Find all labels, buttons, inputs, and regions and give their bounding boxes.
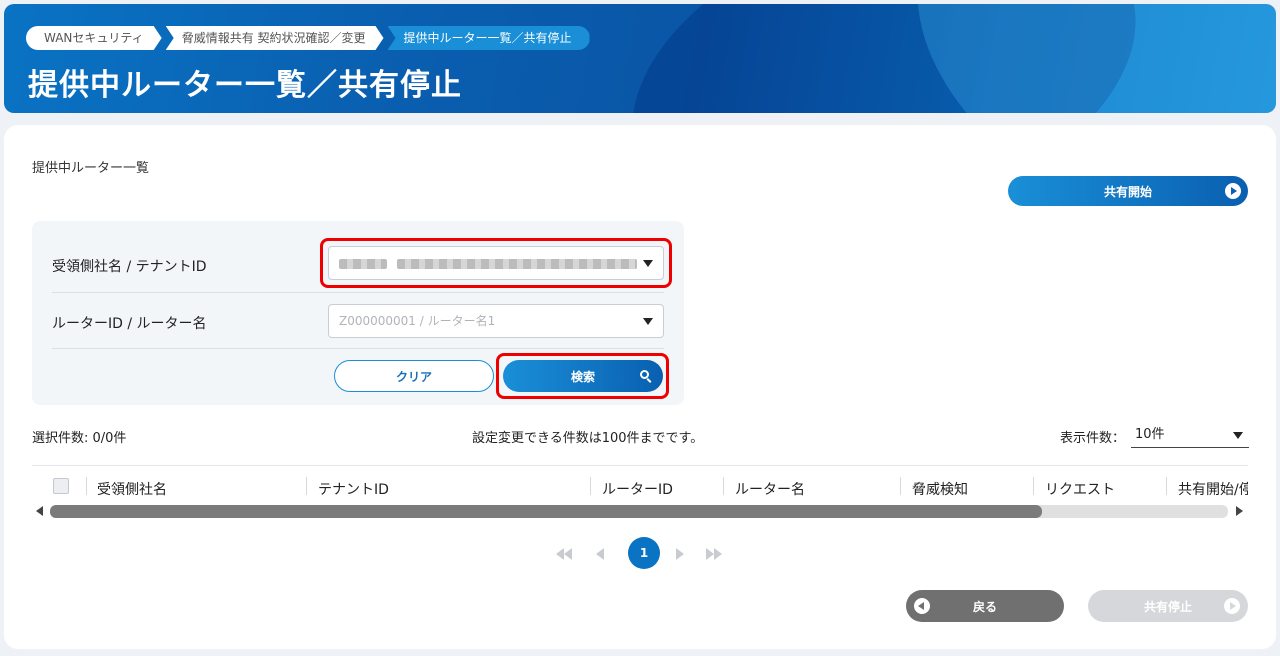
- per-page-value: 10件: [1135, 427, 1165, 442]
- per-page-label: 表示件数：: [1060, 431, 1126, 446]
- column-header-recipient[interactable]: 受領側社名: [97, 479, 167, 499]
- select-all-checkbox[interactable]: [53, 478, 69, 494]
- column-separator: [590, 477, 591, 495]
- chevron-down-icon: [643, 318, 653, 325]
- scroll-right-arrow-icon[interactable]: [1236, 506, 1243, 516]
- breadcrumb: WANセキュリティ 脅威情報共有 契約状況確認／変更 提供中ルーター一覧／共有停…: [26, 26, 594, 50]
- column-header-router-id[interactable]: ルーターID: [602, 479, 673, 499]
- column-header-share-start-stop[interactable]: 共有開始/停: [1178, 479, 1248, 499]
- selected-count: 選択件数: 0/0件: [32, 431, 127, 446]
- scroll-left-arrow-icon[interactable]: [36, 506, 43, 516]
- last-page-icon[interactable]: [706, 545, 722, 560]
- highlight-frame: [320, 238, 672, 288]
- back-arrow-icon: [914, 598, 930, 614]
- router-filter-label: ルーターID / ルーター名: [52, 316, 207, 332]
- share-start-label: 共有開始: [1103, 184, 1152, 199]
- back-button[interactable]: 戻る: [906, 590, 1064, 622]
- per-page-select[interactable]: 10件: [1131, 424, 1249, 448]
- column-separator: [306, 477, 307, 495]
- highlight-frame: [496, 353, 669, 399]
- column-separator: [723, 477, 724, 495]
- breadcrumb-item-contract-status[interactable]: 脅威情報共有 契約状況確認／変更: [166, 26, 384, 50]
- play-icon: [1224, 598, 1240, 614]
- share-start-button[interactable]: 共有開始: [1008, 176, 1248, 206]
- previous-page-icon[interactable]: [596, 545, 604, 560]
- chevron-down-icon: [1233, 432, 1243, 439]
- back-label: 戻る: [972, 599, 997, 614]
- column-separator: [1033, 477, 1034, 495]
- current-page-number[interactable]: 1: [628, 537, 660, 569]
- share-stop-button[interactable]: 共有停止: [1088, 590, 1248, 622]
- scrollbar-thumb[interactable]: [50, 505, 1042, 518]
- breadcrumb-item-wan-security[interactable]: WANセキュリティ: [26, 26, 162, 50]
- column-header-request[interactable]: リクエスト: [1045, 479, 1115, 499]
- page-title: 提供中ルーター一覧／共有停止: [28, 68, 462, 103]
- first-page-icon[interactable]: [556, 545, 572, 560]
- divider: [52, 292, 664, 293]
- divider: [52, 348, 664, 349]
- table-divider: [32, 465, 1248, 466]
- column-separator: [86, 477, 87, 495]
- column-header-tenant-id[interactable]: テナントID: [318, 479, 389, 499]
- column-header-threat-detection[interactable]: 脅威検知: [912, 479, 968, 499]
- play-icon: [1225, 183, 1241, 199]
- breadcrumb-item-current: 提供中ルーター一覧／共有停止: [387, 26, 590, 50]
- clear-button[interactable]: クリア: [334, 360, 494, 392]
- share-stop-label: 共有停止: [1143, 599, 1192, 614]
- recipient-filter-label: 受領側社名 / テナントID: [52, 259, 207, 275]
- router-select-placeholder: Z000000001 / ルーター名1: [339, 314, 496, 328]
- section-title: 提供中ルーター一覧: [32, 161, 150, 176]
- next-page-icon[interactable]: [676, 545, 684, 560]
- page-header-banner: WANセキュリティ 脅威情報共有 契約状況確認／変更 提供中ルーター一覧／共有停…: [4, 4, 1276, 113]
- column-header-clip: 共有開始/停: [1167, 470, 1248, 500]
- limit-notice: 設定変更できる件数は100件までです。: [472, 431, 704, 446]
- router-select[interactable]: Z000000001 / ルーター名1: [328, 304, 664, 338]
- column-header-router-name[interactable]: ルーター名: [735, 479, 805, 499]
- column-separator: [900, 477, 901, 495]
